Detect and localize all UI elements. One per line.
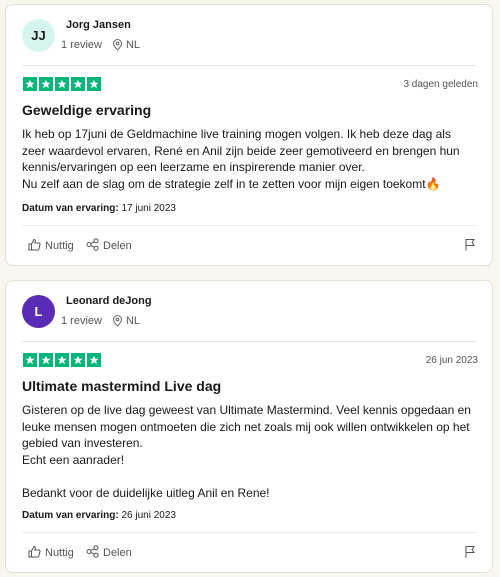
review-card: JJ Jorg Jansen 1 review NL 3 dagen geled… <box>5 4 493 266</box>
review-date: 3 dagen geleden <box>403 79 478 90</box>
review-paragraph <box>22 468 472 485</box>
experience-label: Datum van ervaring: <box>22 203 119 214</box>
thumbs-up-icon <box>28 545 41 561</box>
useful-button[interactable]: Nuttig <box>28 238 74 254</box>
review-card: L Leonard deJong 1 review NL 26 jun 2023… <box>5 280 493 573</box>
review-body: Gisteren op de live dag geweest van Ulti… <box>22 402 472 501</box>
star-icon <box>87 353 101 367</box>
star-icon <box>55 353 69 367</box>
reviewer-name[interactable]: Jorg Jansen <box>66 19 131 31</box>
reviewer-country: NL <box>125 315 141 327</box>
share-icon <box>86 238 99 254</box>
divider <box>22 65 476 66</box>
review-count: 1 review <box>61 315 102 327</box>
report-flag-icon[interactable] <box>464 545 476 563</box>
experience-date: Datum van ervaring: 17 juni 2023 <box>22 203 176 214</box>
star-icon <box>39 353 53 367</box>
reviewer-meta: 1 review NL <box>61 39 140 51</box>
share-label: Delen <box>103 240 132 252</box>
experience-label: Datum van ervaring: <box>22 510 119 521</box>
experience-value: 26 juni 2023 <box>121 510 176 521</box>
share-button[interactable]: Delen <box>86 238 132 254</box>
review-paragraph: Echt een aanrader! <box>22 452 125 467</box>
share-icon <box>86 545 99 561</box>
star-rating <box>23 77 101 91</box>
experience-value: 17 juni 2023 <box>121 203 176 214</box>
avatar[interactable]: JJ <box>22 19 55 52</box>
share-button[interactable]: Delen <box>86 545 132 561</box>
thumbs-up-icon <box>28 238 41 254</box>
star-icon <box>55 77 69 91</box>
reviewer-country: NL <box>125 39 141 51</box>
review-paragraph: Nu zelf aan de slag om de strategie zelf… <box>22 176 441 191</box>
review-date: 26 jun 2023 <box>425 355 478 366</box>
location-pin-icon <box>112 39 123 51</box>
reviewer-name[interactable]: Leonard deJong <box>66 295 152 307</box>
star-rating <box>23 353 101 367</box>
review-title[interactable]: Geweldige ervaring <box>22 102 151 118</box>
star-icon <box>23 353 37 367</box>
review-title[interactable]: Ultimate mastermind Live dag <box>22 378 221 394</box>
review-paragraph: Bedankt voor de duidelijke uitleg Anil e… <box>22 485 270 500</box>
divider <box>22 532 476 533</box>
star-icon <box>71 77 85 91</box>
star-icon <box>39 77 53 91</box>
share-label: Delen <box>103 547 132 559</box>
review-count: 1 review <box>61 39 102 51</box>
avatar[interactable]: L <box>22 295 55 328</box>
experience-date: Datum van ervaring: 26 juni 2023 <box>22 510 176 521</box>
star-icon <box>71 353 85 367</box>
star-icon <box>23 77 37 91</box>
review-body: Ik heb op 17juni de Geldmachine live tra… <box>22 126 472 192</box>
location-pin-icon <box>112 315 123 327</box>
useful-button[interactable]: Nuttig <box>28 545 74 561</box>
review-paragraph: Gisteren op de live dag geweest van Ulti… <box>22 403 471 450</box>
divider <box>22 341 476 342</box>
reviewer-meta: 1 review NL <box>61 315 140 327</box>
divider <box>22 225 476 226</box>
star-icon <box>87 77 101 91</box>
report-flag-icon[interactable] <box>464 238 476 256</box>
useful-label: Nuttig <box>45 240 74 252</box>
review-paragraph: Ik heb op 17juni de Geldmachine live tra… <box>22 127 460 174</box>
useful-label: Nuttig <box>45 547 74 559</box>
